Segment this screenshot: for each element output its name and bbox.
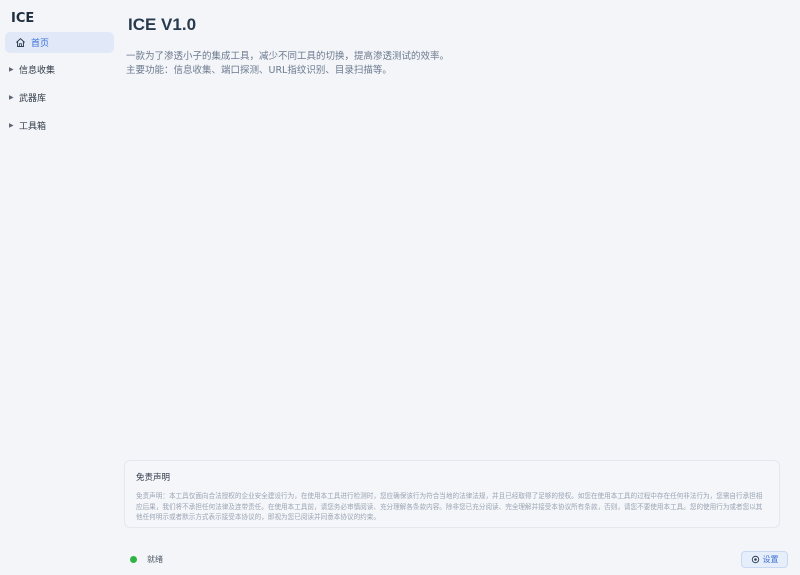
status-indicator <box>130 556 137 563</box>
sidebar-item-label: 武器库 <box>19 93 47 104</box>
caret-right-icon: ▶ <box>9 65 14 73</box>
sidebar-item-arsenal[interactable]: ▶ 武器库 <box>9 90 46 104</box>
caret-right-icon: ▶ <box>9 121 14 129</box>
sidebar: ICE 首页 ▶ 信息收集 ▶ 武器库 ▶ 工具箱 <box>0 0 120 575</box>
disclaimer-panel: 免责声明 免责声明：本工具仅面向合法授权的企业安全建设行为，在使用本工具进行检测… <box>124 460 780 528</box>
sidebar-item-info-gathering[interactable]: ▶ 信息收集 <box>9 62 55 76</box>
home-icon <box>15 37 26 48</box>
sidebar-item-toolbox[interactable]: ▶ 工具箱 <box>9 118 46 132</box>
sidebar-item-label: 工具箱 <box>19 121 47 132</box>
description-line-2: 主要功能：信息收集、端口探测、URL指纹识别、目录扫描等。 <box>126 65 392 76</box>
disclaimer-title: 免责声明 <box>136 473 171 483</box>
disclaimer-text: 免责声明：本工具仅面向合法授权的企业安全建设行为，在使用本工具进行检测时，您应确… <box>136 492 763 521</box>
description-line-1: 一款为了渗透小子的集成工具，减少不同工具的切换，提高渗透测试的效率。 <box>126 51 450 62</box>
page-title: ICE V1.0 <box>128 15 197 34</box>
caret-right-icon: ▶ <box>9 93 14 101</box>
sidebar-item-label: 信息收集 <box>19 65 56 76</box>
gear-icon <box>751 555 760 564</box>
status-text: 就绪 <box>147 555 163 564</box>
settings-label: 设置 <box>762 555 779 564</box>
settings-button[interactable]: 设置 <box>741 551 788 568</box>
sidebar-item-home[interactable]: 首页 <box>5 32 114 53</box>
sidebar-item-label: 首页 <box>31 39 50 49</box>
app-title: ICE <box>11 11 35 26</box>
